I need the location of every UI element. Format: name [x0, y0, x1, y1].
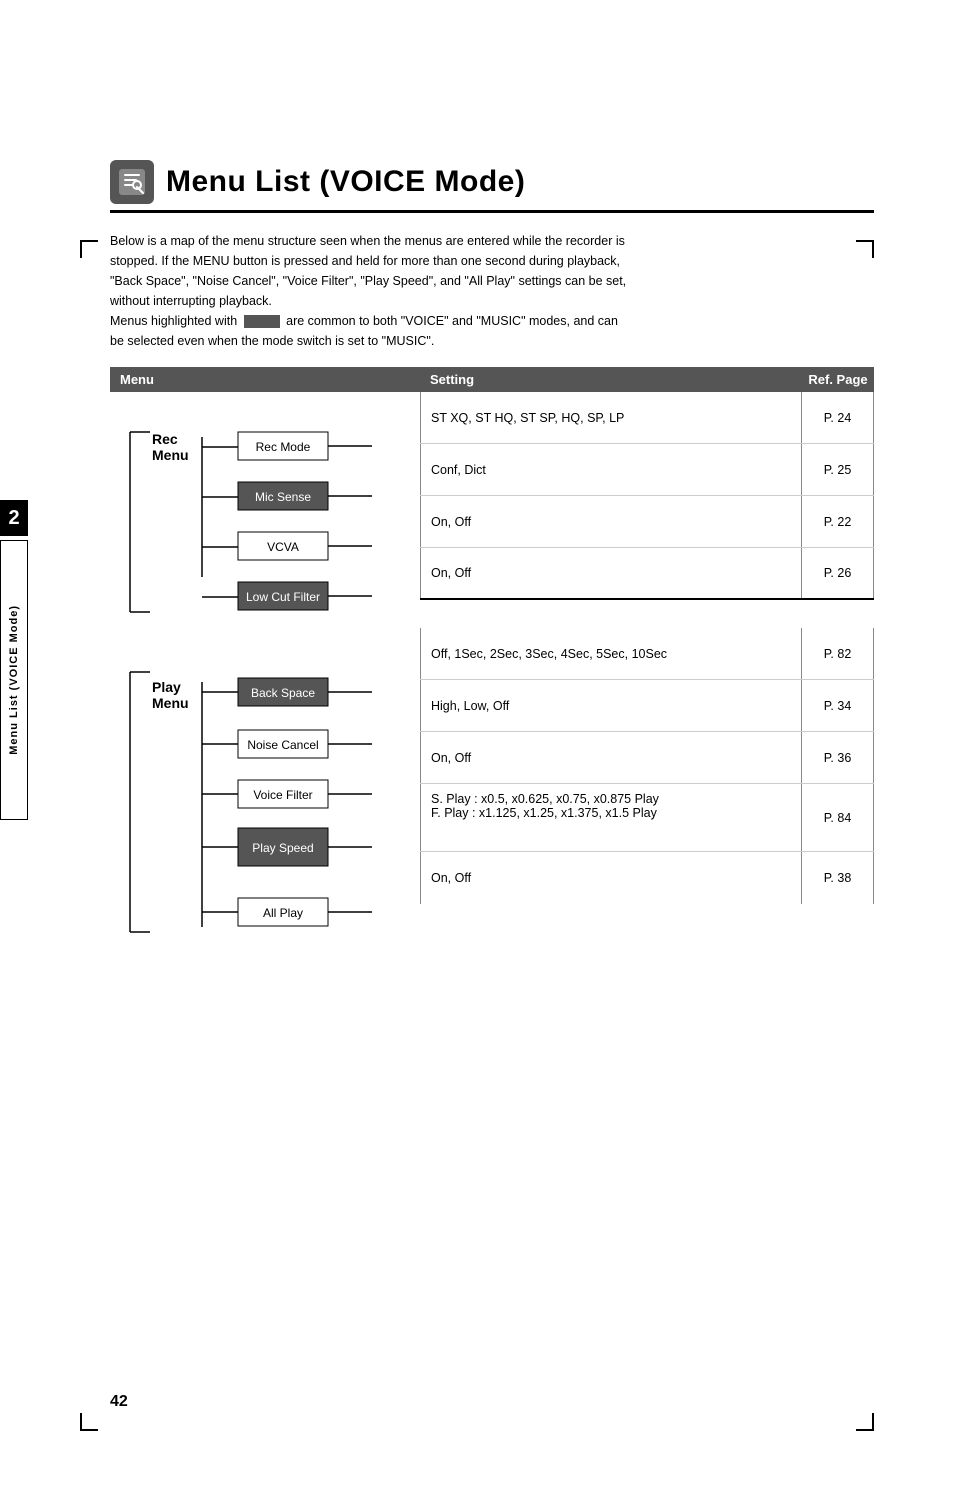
svg-text:Rec Mode: Rec Mode	[256, 440, 311, 454]
setting-low-cut: On, Off	[420, 548, 802, 598]
svg-text:Mic Sense: Mic Sense	[255, 490, 311, 504]
gap-cell	[420, 600, 802, 628]
row-all-play: On, Off P. 38	[420, 852, 874, 904]
corner-mark-tl	[80, 240, 98, 258]
ref-play-speed: P. 84	[802, 784, 874, 851]
desc-line5-7: Menus highlighted with are common to bot…	[110, 311, 874, 351]
row-voice-filter: On, Off P. 36	[420, 732, 874, 784]
diagram-rows: Rec Menu	[110, 392, 874, 985]
left-diagram-col: Rec Menu	[110, 392, 420, 985]
setting-vcva: On, Off	[420, 496, 802, 547]
ref-voice-filter: P. 36	[802, 732, 874, 783]
svg-text:Play Speed: Play Speed	[252, 841, 313, 855]
setting-noise-cancel: High, Low, Off	[420, 680, 802, 731]
title-row: Menu List (VOICE Mode)	[110, 160, 874, 213]
corner-mark-bl	[80, 1413, 98, 1431]
desc-line4: without interrupting playback.	[110, 291, 874, 311]
table-header: Menu Setting Ref. Page	[110, 367, 874, 392]
setting-play-speed: S. Play : x0.5, x0.625, x0.75, x0.875 Pl…	[420, 784, 802, 851]
main-content: Menu List (VOICE Mode) Below is a map of…	[110, 160, 874, 985]
right-rows-col: ST XQ, ST HQ, ST SP, HQ, SP, LP P. 24 Co…	[420, 392, 874, 985]
svg-text:Rec: Rec	[152, 431, 178, 447]
page-container: 2 Menu List (VOICE Mode) Menu List (VOIC…	[0, 160, 954, 1511]
row-vcva: On, Off P. 22	[420, 496, 874, 548]
chapter-number: 2	[0, 500, 28, 536]
corner-mark-br	[856, 1413, 874, 1431]
ref-noise-cancel: P. 34	[802, 680, 874, 731]
row-rec-mode: ST XQ, ST HQ, ST SP, HQ, SP, LP P. 24	[420, 392, 874, 444]
svg-text:Play: Play	[152, 679, 181, 695]
desc-line3: "Back Space", "Noise Cancel", "Voice Fil…	[110, 271, 874, 291]
row-noise-cancel: High, Low, Off P. 34	[420, 680, 874, 732]
row-back-space: Off, 1Sec, 2Sec, 3Sec, 4Sec, 5Sec, 10Sec…	[420, 628, 874, 680]
ref-back-space: P. 82	[802, 628, 874, 679]
row-mic-sense: Conf, Dict P. 25	[420, 444, 874, 496]
svg-text:Voice Filter: Voice Filter	[253, 788, 312, 802]
diagram-area: Menu Setting Ref. Page Rec Menu	[110, 367, 874, 985]
ref-vcva: P. 22	[802, 496, 874, 547]
ref-rec-mode: P. 24	[802, 392, 874, 443]
gap-ref	[802, 600, 874, 628]
col-setting-header: Setting	[420, 367, 802, 392]
svg-text:Noise Cancel: Noise Cancel	[247, 738, 318, 752]
row-gap	[420, 600, 874, 628]
title-icon	[110, 160, 154, 204]
ref-low-cut: P. 26	[802, 548, 874, 598]
setting-all-play: On, Off	[420, 852, 802, 904]
tree-diagram-svg: Rec Menu	[110, 392, 420, 982]
ref-mic-sense: P. 25	[802, 444, 874, 495]
col-menu-header: Menu	[110, 367, 420, 392]
col-ref-header: Ref. Page	[802, 367, 874, 392]
side-tab-label: Menu List (VOICE Mode)	[8, 605, 20, 755]
page-title: Menu List (VOICE Mode)	[166, 165, 525, 199]
svg-text:Low Cut Filter: Low Cut Filter	[246, 590, 320, 604]
svg-text:Back Space: Back Space	[251, 686, 315, 700]
description-block: Below is a map of the menu structure see…	[110, 231, 874, 351]
desc-line1: Below is a map of the menu structure see…	[110, 231, 874, 251]
svg-text:Menu: Menu	[152, 695, 189, 711]
setting-back-space: Off, 1Sec, 2Sec, 3Sec, 4Sec, 5Sec, 10Sec	[420, 628, 802, 679]
row-play-speed: S. Play : x0.5, x0.625, x0.75, x0.875 Pl…	[420, 784, 874, 852]
setting-rec-mode: ST XQ, ST HQ, ST SP, HQ, SP, LP	[420, 392, 802, 443]
setting-mic-sense: Conf, Dict	[420, 444, 802, 495]
svg-text:Menu: Menu	[152, 447, 189, 463]
setting-voice-filter: On, Off	[420, 732, 802, 783]
desc-line2: stopped. If the MENU button is pressed a…	[110, 251, 874, 271]
svg-text:VCVA: VCVA	[267, 540, 299, 554]
row-low-cut: On, Off P. 26	[420, 548, 874, 600]
page-number: 42	[110, 1393, 128, 1411]
highlight-indicator	[244, 315, 280, 328]
side-tab: Menu List (VOICE Mode)	[0, 540, 28, 820]
svg-text:All Play: All Play	[263, 906, 303, 920]
ref-all-play: P. 38	[802, 852, 874, 904]
corner-mark-tr	[856, 240, 874, 258]
